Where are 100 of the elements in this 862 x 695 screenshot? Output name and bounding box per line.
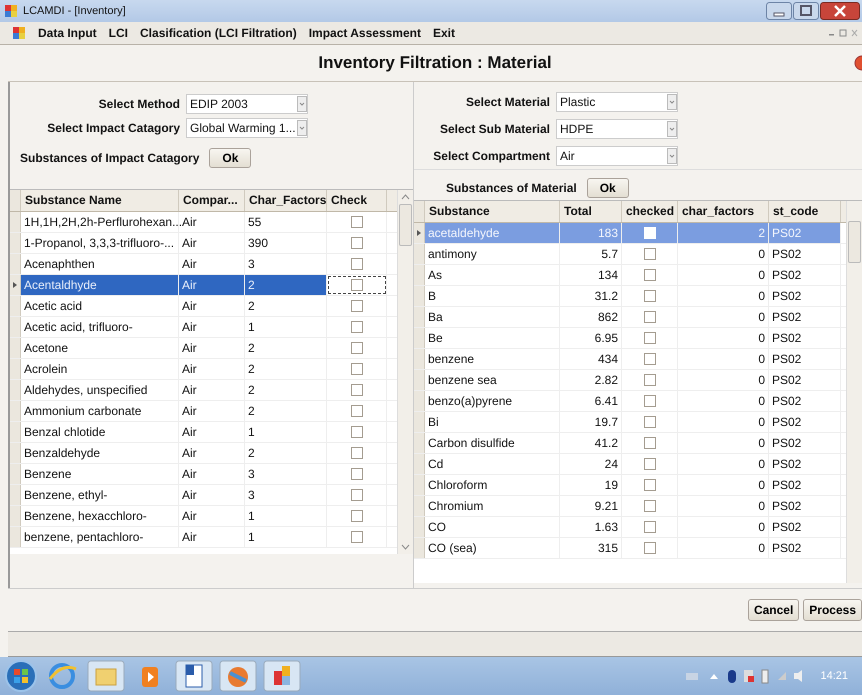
checkbox[interactable] xyxy=(350,510,362,522)
table-row[interactable]: benzene 434 0 PS02 xyxy=(414,349,846,370)
checkbox[interactable] xyxy=(350,426,362,438)
process-button[interactable]: Process xyxy=(803,599,862,621)
column-header[interactable]: Compar... xyxy=(179,190,245,211)
table-row[interactable]: Acentaldhyde Air 2 xyxy=(10,275,397,296)
table-row[interactable]: Chloroform 19 0 PS02 xyxy=(414,475,846,496)
checkbox[interactable] xyxy=(644,395,656,407)
table-row[interactable]: As 134 0 PS02 xyxy=(414,265,846,286)
column-header[interactable]: st_code xyxy=(769,201,841,222)
table-row[interactable]: Benzene Air 3 xyxy=(10,464,397,485)
table-row[interactable]: B 31.2 0 PS02 xyxy=(414,286,846,307)
table-row[interactable]: antimony 5.7 0 PS02 xyxy=(414,244,846,265)
checkbox[interactable] xyxy=(350,489,362,501)
table-row[interactable]: Aldehydes, unspecified Air 2 xyxy=(10,380,397,401)
checkbox[interactable] xyxy=(644,269,656,281)
menu-item[interactable]: Data Input xyxy=(38,26,97,40)
document-icon[interactable] xyxy=(174,659,214,693)
scroll-thumb[interactable] xyxy=(399,204,412,246)
checkbox[interactable] xyxy=(350,447,362,459)
table-row[interactable]: Bi 19.7 0 PS02 xyxy=(414,412,846,433)
table-row[interactable]: Ammonium carbonate Air 2 xyxy=(10,401,397,422)
table-row[interactable]: Be 6.95 0 PS02 xyxy=(414,328,846,349)
column-header[interactable]: Substance xyxy=(425,201,560,222)
checkbox[interactable] xyxy=(644,521,656,533)
table-row[interactable]: Acetic acid, trifluoro- Air 1 xyxy=(10,317,397,338)
folder-icon[interactable] xyxy=(86,659,126,693)
checkbox[interactable] xyxy=(350,300,362,312)
table-row[interactable]: Acetone Air 2 xyxy=(10,338,397,359)
dropdown[interactable]: EDIP 2003 xyxy=(186,94,308,114)
dropdown[interactable]: Plastic xyxy=(556,92,678,112)
checkbox[interactable] xyxy=(644,416,656,428)
table-row[interactable]: CO (sea) 315 0 PS02 xyxy=(414,538,846,559)
dropdown[interactable]: Air xyxy=(556,146,678,166)
checkbox[interactable] xyxy=(644,353,656,365)
checkbox[interactable] xyxy=(644,458,656,470)
column-header[interactable]: Char_Factors xyxy=(245,190,327,211)
checkbox[interactable] xyxy=(350,279,362,291)
checkbox[interactable] xyxy=(644,542,656,554)
close-icon[interactable] xyxy=(820,2,860,20)
table-row[interactable]: Acrolein Air 2 xyxy=(10,359,397,380)
checkbox[interactable] xyxy=(350,468,362,480)
menu-item[interactable]: LCI xyxy=(108,26,128,40)
ok-button[interactable]: Ok xyxy=(209,148,252,168)
checkbox[interactable] xyxy=(644,437,656,449)
table-row[interactable]: benzo(a)pyrene 6.41 0 PS02 xyxy=(414,391,846,412)
column-header[interactable]: Check xyxy=(327,190,387,211)
table-row[interactable]: Acetic acid Air 2 xyxy=(10,296,397,317)
checkbox[interactable] xyxy=(350,531,362,543)
checkbox[interactable] xyxy=(644,332,656,344)
dropdown[interactable]: HDPE xyxy=(556,118,678,138)
checkbox[interactable] xyxy=(644,248,656,260)
table-row[interactable]: Ba 862 0 PS02 xyxy=(414,307,846,328)
checkbox[interactable] xyxy=(644,374,656,386)
table-row[interactable]: Benzene, hexacchloro- Air 1 xyxy=(10,506,397,527)
menu-item[interactable]: Clasification (LCI Filtration) xyxy=(140,26,297,40)
ok-button[interactable]: Ok xyxy=(586,178,629,198)
table-row[interactable]: 1H,1H,2H,2h-Perflurohexan...Air 55 xyxy=(10,212,397,233)
menu-item[interactable]: Impact Assessment xyxy=(308,26,421,40)
column-header[interactable]: char_factors xyxy=(678,201,769,222)
checkbox[interactable] xyxy=(350,384,362,396)
table-row[interactable]: 1-Propanol, 3,3,3-trifluoro-... Air 390 xyxy=(10,233,397,254)
table-row[interactable]: Benzene, ethyl- Air 3 xyxy=(10,485,397,506)
cancel-button[interactable]: Cancel xyxy=(748,599,800,621)
row-header[interactable] xyxy=(414,223,425,243)
scrollbar[interactable] xyxy=(846,201,862,583)
checkbox[interactable] xyxy=(350,216,362,228)
scrollbar[interactable] xyxy=(397,190,413,554)
column-header[interactable]: checked xyxy=(622,201,678,222)
checkbox[interactable] xyxy=(350,405,362,417)
column-header[interactable]: Total xyxy=(560,201,622,222)
table-row[interactable]: Chromium 9.21 0 PS02 xyxy=(414,496,846,517)
table-row[interactable]: CO 1.63 0 PS02 xyxy=(414,517,846,538)
checkbox[interactable] xyxy=(644,500,656,512)
maximize-icon[interactable] xyxy=(793,2,819,20)
scroll-down-icon[interactable] xyxy=(401,544,410,550)
table-row[interactable]: Cd 24 0 PS02 xyxy=(414,454,846,475)
checkbox[interactable] xyxy=(644,311,656,323)
checkbox[interactable] xyxy=(350,321,362,333)
dropdown[interactable]: Global Warming 1... xyxy=(186,118,308,138)
checkbox[interactable] xyxy=(644,479,656,491)
table-row[interactable]: benzene sea 2.82 0 PS02 xyxy=(414,370,846,391)
table-row[interactable]: benzene, pentachloro- Air 1 xyxy=(10,527,397,548)
table-row[interactable]: Benzaldehyde Air 2 xyxy=(10,443,397,464)
checkbox[interactable] xyxy=(644,290,656,302)
app-icon[interactable] xyxy=(262,659,302,693)
column-header[interactable]: Substance Name xyxy=(21,190,179,211)
checkbox[interactable] xyxy=(350,237,362,249)
checkbox[interactable] xyxy=(350,258,362,270)
minimize-icon[interactable] xyxy=(766,2,792,20)
scroll-thumb[interactable] xyxy=(848,221,861,263)
checkbox[interactable] xyxy=(350,363,362,375)
table-row[interactable]: Benzal chlotide Air 1 xyxy=(10,422,397,443)
checkbox[interactable] xyxy=(350,342,362,354)
table-row[interactable]: Carbon disulfide 41.2 0 PS02 xyxy=(414,433,846,454)
scroll-up-icon[interactable] xyxy=(401,194,410,200)
child-window-controls-icon[interactable] xyxy=(828,29,858,37)
row-header[interactable] xyxy=(10,275,21,295)
menu-item[interactable]: Exit xyxy=(432,26,455,40)
start-button-icon[interactable] xyxy=(4,659,38,693)
